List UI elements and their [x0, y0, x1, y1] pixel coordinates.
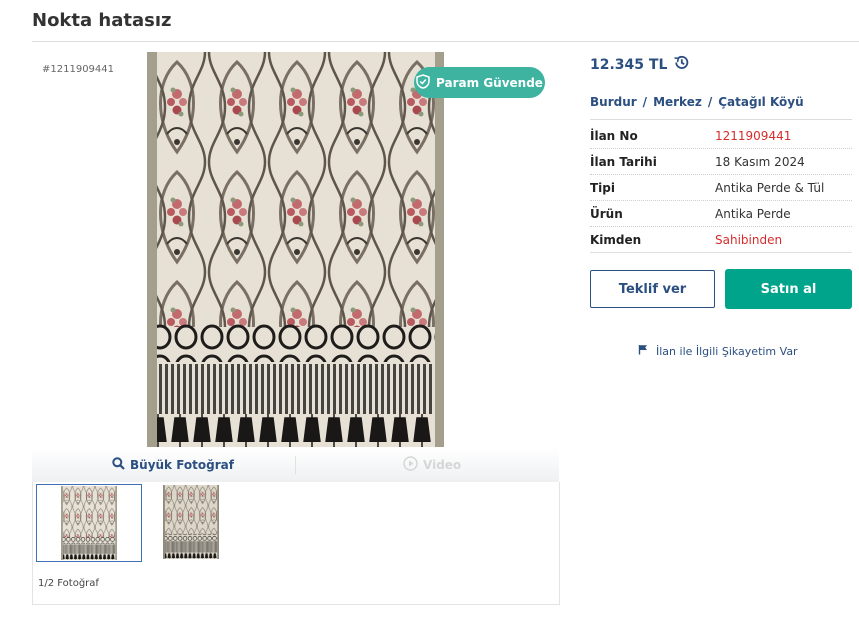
curtain-image: [147, 52, 444, 447]
detail-row: Kimden Sahibinden: [590, 227, 852, 253]
detail-key: İlan Tarihi: [590, 154, 657, 169]
flag-icon: [638, 344, 648, 358]
report-label: İlan ile İlgili Şikayetim Var: [656, 344, 798, 358]
toolbar-separator: [295, 456, 296, 474]
detail-key: Tipi: [590, 180, 616, 195]
play-circle-icon: [403, 456, 418, 474]
detail-value: Antika Perde: [715, 206, 791, 221]
photo-gallery: #1211909441 Param Güvende Büyük Fotoğraf…: [32, 42, 560, 605]
thumbnail-1[interactable]: [36, 484, 142, 562]
detail-value: 1211909441: [715, 128, 792, 143]
breadcrumb-separator: /: [642, 95, 648, 109]
report-link[interactable]: İlan ile İlgili Şikayetim Var: [638, 344, 798, 358]
safe-badge-label: Param Güvende: [436, 75, 543, 90]
thumbnail-image: [61, 486, 117, 560]
detail-key: Kimden: [590, 232, 642, 247]
video-label: Video: [423, 458, 462, 472]
location-divider: [590, 119, 852, 120]
detail-row: Tipi Antika Perde & Tül: [590, 175, 852, 201]
magnifier-icon: [112, 457, 125, 473]
detail-row: İlan Tarihi 18 Kasım 2024: [590, 149, 852, 175]
thumbnail-image: [163, 485, 219, 559]
main-photo[interactable]: [147, 52, 444, 447]
buy-button[interactable]: Satın al: [725, 269, 852, 309]
safe-payment-badge[interactable]: Param Güvende: [414, 67, 545, 98]
thumbnail-2[interactable]: [139, 484, 243, 560]
video-button[interactable]: Video: [403, 448, 461, 482]
location-district[interactable]: Merkez: [653, 95, 702, 109]
detail-key: Ürün: [590, 206, 623, 221]
photo-count: 1/2 Fotoğraf: [38, 578, 99, 589]
photo-toolbar: Büyük Fotoğraf Video: [32, 448, 559, 483]
history-icon[interactable]: [673, 54, 690, 75]
location-city[interactable]: Burdur: [590, 95, 637, 109]
large-photo-label: Büyük Fotoğraf: [130, 458, 234, 472]
detail-value: Antika Perde & Tül: [715, 180, 825, 195]
detail-value: 18 Kasım 2024: [715, 154, 805, 169]
detail-value: Sahibinden: [715, 232, 783, 247]
breadcrumb-separator: /: [707, 95, 713, 109]
detail-key: İlan No: [590, 128, 638, 143]
shield-check-icon: [416, 73, 430, 92]
large-photo-button[interactable]: Büyük Fotoğraf: [112, 448, 234, 482]
ad-id-label: #1211909441: [42, 64, 115, 75]
make-offer-button[interactable]: Teklif ver: [590, 270, 715, 308]
breadcrumb-location: Burdur / Merkez / Çatağıl Köyü: [590, 95, 804, 109]
detail-list: İlan No 1211909441 İlan Tarihi 18 Kasım …: [590, 123, 852, 253]
price-value: 12.345 TL: [590, 56, 668, 73]
price: 12.345 TL: [590, 54, 690, 75]
detail-row: İlan No 1211909441: [590, 123, 852, 149]
detail-row: Ürün Antika Perde: [590, 201, 852, 227]
location-neighborhood[interactable]: Çatağıl Köyü: [718, 95, 803, 109]
thumbnail-strip: 1/2 Fotoğraf: [32, 482, 560, 605]
listing-title: Nokta hatasız: [32, 10, 172, 31]
